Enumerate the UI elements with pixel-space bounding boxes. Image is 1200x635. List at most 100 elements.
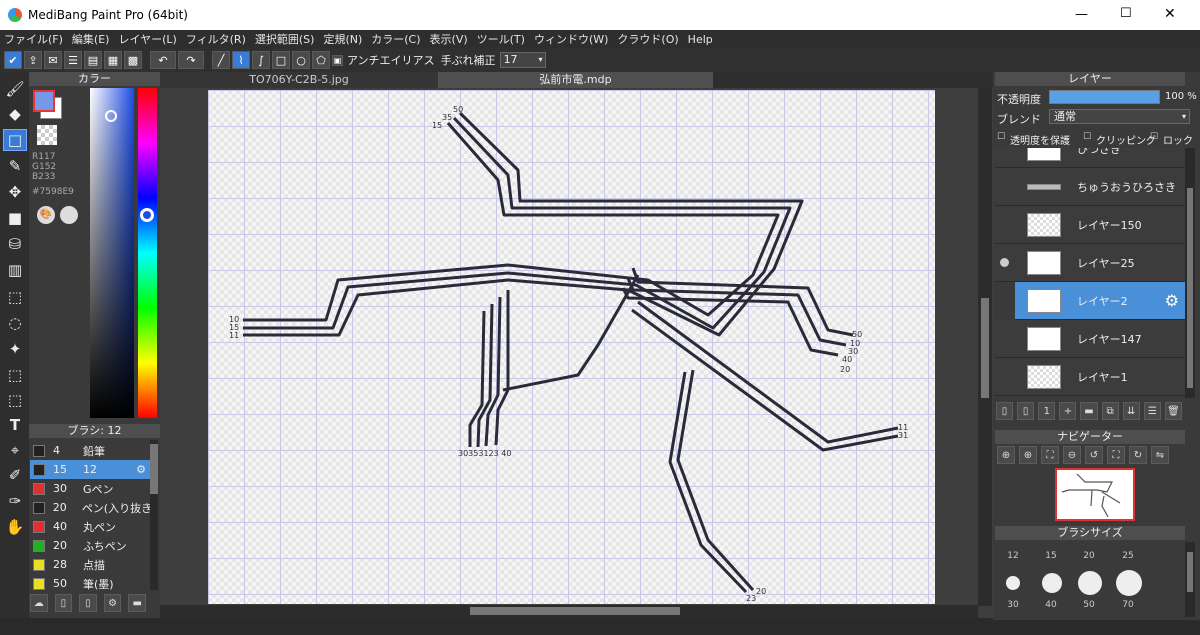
zoom-in-icon[interactable]: ⊕ xyxy=(997,446,1015,464)
brush-folder-icon[interactable]: ▬ xyxy=(128,594,146,612)
palette-icon[interactable]: 🎨 xyxy=(37,206,55,224)
polygon-tool-icon[interactable]: ⬠ xyxy=(312,51,330,69)
brush-item[interactable]: 28 点描 xyxy=(30,555,150,574)
brush-settings-icon[interactable]: ⚙ xyxy=(103,594,122,612)
new-layer-icon[interactable]: ▯ xyxy=(996,402,1014,420)
delete-layer-icon[interactable]: 🗑 xyxy=(1164,402,1182,420)
flip-icon[interactable]: ⇋ xyxy=(1151,446,1169,464)
opacity-slider[interactable] xyxy=(1049,90,1160,104)
menu-ruler[interactable]: 定規(N) xyxy=(323,31,362,47)
tab-file-2[interactable]: 弘前市電.mdp xyxy=(438,72,713,88)
new-1bit-layer-icon[interactable]: 1 xyxy=(1038,402,1056,420)
menu-view[interactable]: 表示(V) xyxy=(430,31,468,47)
select-eraser-tool-icon[interactable]: ⬚ xyxy=(3,389,27,411)
brush-size-30-dot[interactable] xyxy=(1006,576,1020,590)
brush-size-20[interactable]: 20 xyxy=(1074,551,1104,561)
layer-row[interactable]: レイヤー25 xyxy=(995,244,1185,282)
menu-color[interactable]: カラー(C) xyxy=(371,31,420,47)
select-pen-tool-icon[interactable]: ⬚ xyxy=(3,364,27,386)
zoom-plus-icon[interactable]: ⊕ xyxy=(1019,446,1037,464)
brush-size-12[interactable]: 12 xyxy=(998,551,1028,561)
menu-window[interactable]: ウィンドウ(W) xyxy=(534,31,608,47)
sv-picker-handle[interactable] xyxy=(105,110,117,122)
close-button[interactable]: ✕ xyxy=(1164,6,1176,22)
menu-tool[interactable]: ツール(T) xyxy=(477,31,525,47)
brush-cloud-icon[interactable]: ☁ xyxy=(30,594,48,612)
brush-item[interactable]: 40 丸ペン xyxy=(30,517,150,536)
rect-select-tool-icon[interactable]: ⬚ xyxy=(3,286,27,308)
undo-icon[interactable]: ↶ xyxy=(150,51,176,69)
page-icon[interactable]: ▤ xyxy=(84,51,102,69)
stabilizer-select[interactable]: 17 ▾ xyxy=(499,52,546,68)
lasso-tool-icon[interactable]: ◌ xyxy=(3,312,27,334)
clipping-checkbox[interactable]: ☐ xyxy=(1083,132,1091,142)
lock-checkbox[interactable]: ☐ xyxy=(1150,132,1158,142)
rectangle-tool-icon[interactable]: □ xyxy=(272,51,290,69)
layer-scrollbar[interactable] xyxy=(1185,148,1195,398)
menu-edit[interactable]: 編集(E) xyxy=(72,31,110,47)
menu-cloud[interactable]: クラウド(O) xyxy=(617,31,678,47)
polyline-tool-icon[interactable]: ⌇ xyxy=(232,51,250,69)
brush-item[interactable]: 20 ふちペン xyxy=(30,536,150,555)
fit-view-icon[interactable]: ⛶ xyxy=(1041,446,1059,464)
layer-row[interactable]: レイヤー150 xyxy=(995,206,1185,244)
new-folder-icon[interactable]: ▬ xyxy=(1080,402,1098,420)
hue-slider-handle[interactable] xyxy=(140,208,154,222)
duplicate-layer-icon[interactable]: ⧉ xyxy=(1101,402,1119,420)
layer-row[interactable]: レイヤー2 ⚙ xyxy=(1015,282,1185,320)
layer-settings-gear-icon[interactable]: ⚙ xyxy=(1165,291,1179,310)
operation-tool-icon[interactable]: ⌖ xyxy=(3,439,27,461)
brush-size-40-dot[interactable] xyxy=(1042,573,1062,593)
menu-selection[interactable]: 選択範囲(S) xyxy=(255,31,315,47)
hand-tool-icon[interactable]: ✋ xyxy=(3,516,27,538)
move-tool-icon[interactable]: ✥ xyxy=(3,181,27,203)
new-halftone-layer-icon[interactable]: ▯ xyxy=(1017,402,1035,420)
eyedropper-tool-icon[interactable]: ✑ xyxy=(3,490,27,512)
redo-icon[interactable]: ↷ xyxy=(178,51,204,69)
rotate-right-icon[interactable]: ↻ xyxy=(1129,446,1147,464)
canvas-vertical-scrollbar[interactable] xyxy=(978,88,992,606)
minimize-button[interactable]: — xyxy=(1075,7,1088,22)
brush-size-50[interactable]: 50 xyxy=(1074,600,1104,610)
zoom-out-icon[interactable]: ⊖ xyxy=(1063,446,1081,464)
dot-tool-icon[interactable]: □ xyxy=(3,129,27,151)
brush-size-25[interactable]: 25 xyxy=(1113,551,1143,561)
saturation-value-picker[interactable] xyxy=(90,88,134,418)
page-list-icon[interactable]: ▦ xyxy=(104,51,122,69)
antialias-checkbox[interactable]: ▣ xyxy=(332,54,343,66)
brush-item[interactable]: 15 12 ⚙ xyxy=(30,460,150,479)
brush-item[interactable]: 4 鉛筆 xyxy=(30,441,150,460)
layer-row[interactable]: レイヤー147 xyxy=(995,320,1185,358)
layer-row[interactable]: ひつさき xyxy=(995,148,1185,168)
hue-slider[interactable] xyxy=(138,88,157,418)
maximize-button[interactable]: ☐ xyxy=(1120,6,1132,21)
line-tool-icon[interactable]: ╱ xyxy=(212,51,230,69)
canvas-horizontal-scrollbar[interactable] xyxy=(160,605,978,618)
brush-copy-icon[interactable]: ▯ xyxy=(79,594,97,612)
fill-rect-tool-icon[interactable]: ■ xyxy=(3,207,27,229)
rotate-left-icon[interactable]: ↺ xyxy=(1085,446,1103,464)
brush-item[interactable]: 30 Gペン xyxy=(30,479,150,498)
brush-settings-gear-icon[interactable]: ⚙ xyxy=(136,463,146,476)
brush-size-scrollbar[interactable] xyxy=(1185,542,1195,617)
text-tool-icon[interactable]: T xyxy=(3,414,27,436)
layer-visible-radio[interactable] xyxy=(1000,258,1009,267)
brush-size-40[interactable]: 40 xyxy=(1036,600,1066,610)
protect-alpha-checkbox[interactable]: ☐ xyxy=(997,132,1005,142)
fit-window-icon[interactable]: ⛶ xyxy=(1107,446,1125,464)
cloud-check-icon[interactable]: ✔ xyxy=(4,51,22,69)
transparent-color-swatch[interactable] xyxy=(37,125,57,145)
brush-item[interactable]: 20 ペン(入り抜き xyxy=(30,498,150,517)
grid-icon[interactable]: ▩ xyxy=(124,51,142,69)
message-icon[interactable]: ☰ xyxy=(64,51,82,69)
curve-tool-icon[interactable]: ∫ xyxy=(252,51,270,69)
layer-row[interactable]: ちゅうおうひろさき xyxy=(995,168,1185,206)
brush-size-15[interactable]: 15 xyxy=(1036,551,1066,561)
menu-layer[interactable]: レイヤー(L) xyxy=(118,31,176,47)
brush-item[interactable]: 50 筆(墨) xyxy=(30,574,150,593)
new-layer-menu-icon[interactable]: + xyxy=(1059,402,1077,420)
menu-filter[interactable]: フィルタ(R) xyxy=(186,31,246,47)
brush-tool-icon[interactable]: 🖌 xyxy=(3,78,27,100)
merge-layer-icon[interactable]: ⇊ xyxy=(1122,402,1140,420)
brush-scrollbar[interactable] xyxy=(150,440,158,590)
